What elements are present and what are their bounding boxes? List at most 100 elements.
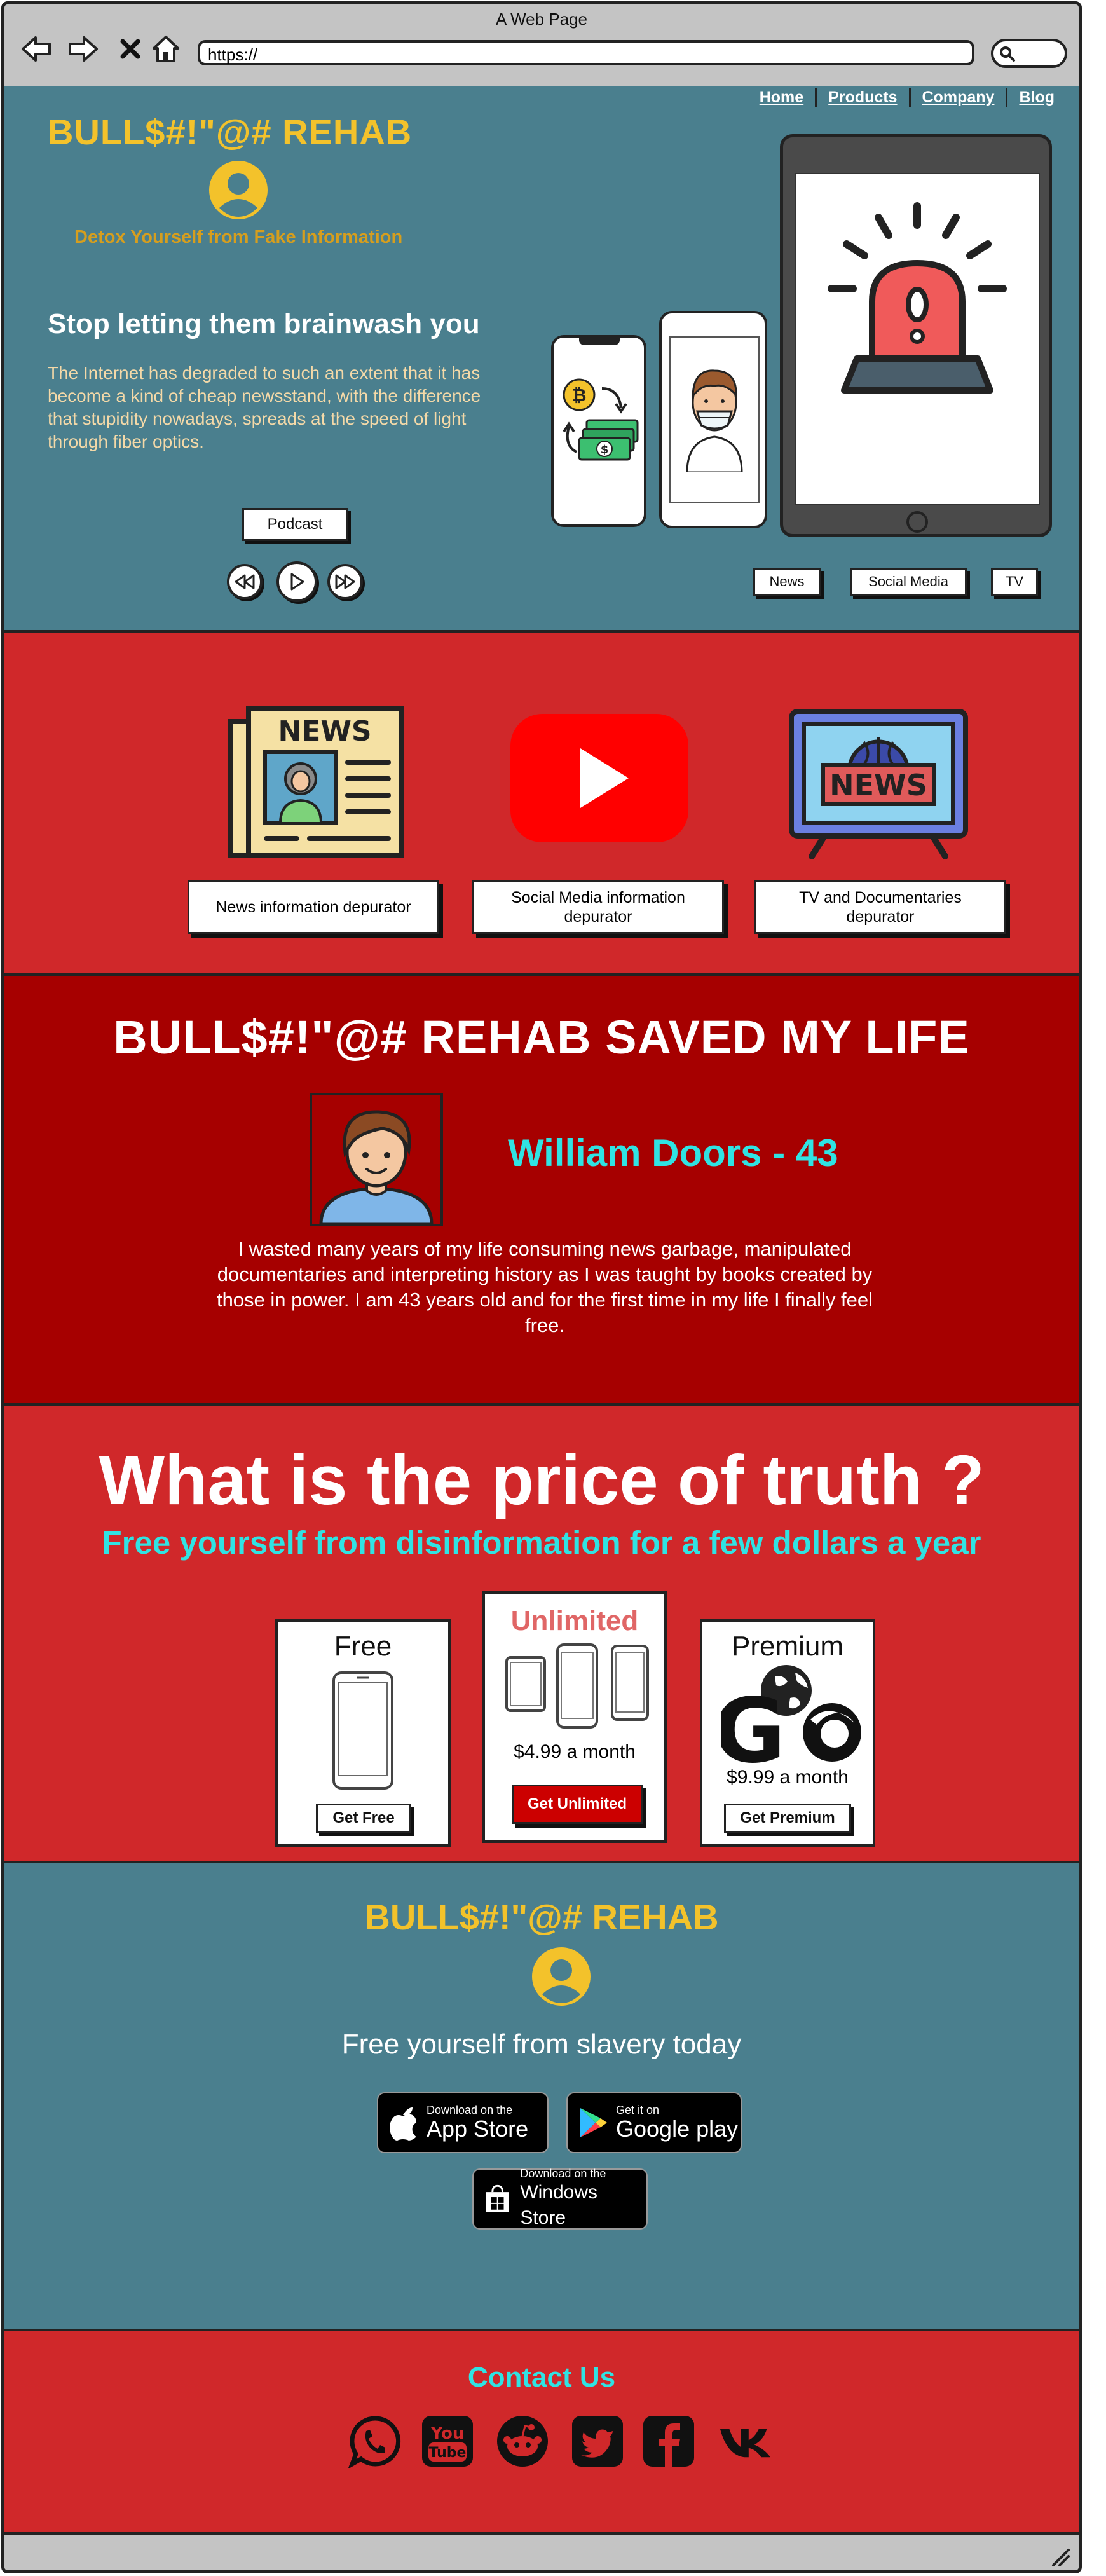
plan-price: $4.99 a month — [514, 1741, 636, 1762]
browser-chrome: A Web Page https:// — [4, 4, 1079, 88]
nav-products-link[interactable]: Products — [817, 88, 911, 107]
man-avatar-icon — [319, 1110, 434, 1224]
plan-card-premium: Premium G $9.99 a month Get Premium — [700, 1619, 875, 1847]
devices-icon — [505, 1643, 649, 1729]
plan-title: Premium — [731, 1631, 844, 1662]
twitter-icon[interactable] — [569, 2413, 626, 2470]
reddit-icon[interactable] — [494, 2413, 551, 2470]
hero-tagline: Detox Yourself from Fake Information — [74, 227, 403, 247]
forward-icon[interactable] — [65, 31, 101, 67]
filter-tv-button[interactable]: TV — [991, 568, 1038, 596]
home-icon[interactable] — [148, 31, 184, 67]
resize-grip-icon[interactable] — [1049, 2546, 1071, 2568]
search-icon — [1000, 46, 1015, 62]
filter-news-button[interactable]: News — [753, 568, 821, 596]
fast-forward-icon — [335, 574, 355, 589]
svg-text:NEWS: NEWS — [830, 768, 927, 802]
svg-text:You: You — [430, 2424, 465, 2443]
brand-logo-text: BULL$#!"@# REHAB — [48, 112, 413, 152]
phone-mockup-crypto: ₿ $ — [551, 335, 646, 527]
youtube-icon[interactable]: You Tube — [419, 2413, 476, 2470]
tablet-screen — [795, 173, 1040, 505]
store-large-text: Google play — [616, 2116, 739, 2142]
testimonial-quote: I wasted many years of my life consuming… — [216, 1238, 873, 1336]
pricing-heading: What is the price of truth ? — [99, 1441, 985, 1519]
top-navigation: Home Products Company Blog — [748, 88, 1066, 107]
app-download-section: BULL$#!"@# REHAB Free yourself from slav… — [4, 1863, 1079, 2331]
nav-company-link[interactable]: Company — [911, 88, 1008, 107]
vk-icon[interactable] — [719, 2413, 776, 2470]
masked-person-icon — [686, 369, 743, 472]
crypto-exchange-icon: ₿ $ — [563, 378, 639, 461]
nav-home-link[interactable]: Home — [748, 88, 817, 107]
close-icon[interactable] — [113, 31, 148, 67]
pricing-subheading: Free yourself from disinformation for a … — [102, 1524, 981, 1561]
tablet-mockup — [780, 134, 1052, 537]
svg-text:Tube: Tube — [429, 2445, 467, 2461]
hero-paragraph: The Internet has degraded to such an ext… — [48, 363, 481, 451]
newspaper-icon: NEWS — [228, 706, 404, 858]
windows-store-icon — [486, 2184, 509, 2212]
whatsapp-icon[interactable] — [346, 2413, 404, 2470]
window-title: A Web Page — [495, 10, 588, 29]
browser-status-bar — [4, 2535, 1079, 2570]
youtube-icon — [510, 714, 688, 842]
back-icon[interactable] — [18, 31, 54, 67]
pricing-section: What is the price of truth ? Free yourse… — [4, 1406, 1079, 1863]
store-small-text: Download on the — [520, 2167, 606, 2180]
store-large-text: Windows Store — [520, 2182, 598, 2228]
plan-title: Free — [334, 1631, 392, 1662]
app-store-badge[interactable]: Download on the App Store — [377, 2092, 549, 2153]
service-card-tv[interactable]: TV and Documentaries depurator — [754, 880, 1006, 934]
phone-mockup-person — [659, 311, 767, 528]
nav-blog-link[interactable]: Blog — [1007, 88, 1066, 107]
google-play-badge[interactable]: Get it on Google play — [566, 2092, 742, 2153]
testimonial-heading: BULL$#!"@# REHAB SAVED MY LIFE — [113, 1011, 970, 1064]
phone-icon — [332, 1671, 393, 1790]
get-free-button[interactable]: Get Free — [316, 1804, 411, 1833]
apps-headline: Free yourself from slavery today — [341, 2029, 742, 2060]
filter-social-media-button[interactable]: Social Media — [850, 568, 967, 596]
user-avatar-icon — [209, 161, 268, 219]
fast-forward-button[interactable] — [327, 564, 363, 599]
svg-text:₿: ₿ — [572, 385, 587, 406]
plan-price: $9.99 a month — [727, 1767, 849, 1788]
contact-heading: Contact Us — [467, 2362, 616, 2393]
play-button[interactable] — [276, 561, 317, 602]
get-unlimited-button[interactable]: Get Unlimited — [512, 1785, 643, 1824]
podcast-button[interactable]: Podcast — [242, 508, 348, 541]
svg-text:G: G — [721, 1680, 786, 1767]
store-large-text: App Store — [427, 2116, 529, 2142]
service-card-social-media[interactable]: Social Media information depurator — [472, 880, 724, 934]
google-play-icon — [580, 2108, 607, 2137]
browser-search-field[interactable] — [991, 39, 1067, 68]
tv-news-icon: NEWS — [789, 709, 968, 859]
testimonial-avatar — [310, 1093, 443, 1226]
store-small-text: Download on the — [427, 2104, 513, 2116]
plan-card-free: Free Get Free — [275, 1619, 451, 1847]
services-section: NEWS NEWS News information depurator Soc… — [4, 633, 1079, 976]
rewind-icon — [235, 574, 255, 589]
apple-icon — [390, 2107, 416, 2141]
store-small-text: Get it on — [616, 2104, 660, 2116]
testimonial-section: BULL$#!"@# REHAB SAVED MY LIFE William D… — [4, 976, 1079, 1406]
svg-text:NEWS: NEWS — [278, 715, 371, 748]
testimonial-name: William Doors - 43 — [508, 1132, 838, 1174]
svg-text:$: $ — [601, 443, 609, 456]
service-card-news[interactable]: News information depurator — [188, 880, 439, 934]
rewind-button[interactable] — [227, 564, 263, 599]
plan-title: Unlimited — [510, 1605, 639, 1636]
browser-window: A Web Page https:// Home Products Compan… — [1, 1, 1082, 2573]
hero-section: Home Products Company Blog BULL$#!"@# RE… — [4, 86, 1079, 633]
footer-brand-text: BULL$#!"@# REHAB — [364, 1897, 719, 1937]
plan-card-unlimited: Unlimited $4.99 a month Get Unlimited — [482, 1591, 667, 1843]
get-premium-button[interactable]: Get Premium — [724, 1804, 851, 1833]
user-avatar-icon — [532, 1947, 591, 2006]
contact-section: Contact Us You Tube — [4, 2331, 1079, 2535]
facebook-icon[interactable] — [640, 2413, 697, 2470]
play-icon — [290, 573, 304, 591]
windows-store-badge[interactable]: Download on the Windows Store — [472, 2167, 648, 2230]
hero-headline: Stop letting them brainwash you — [48, 308, 480, 339]
browser-logos-icon: G — [721, 1665, 861, 1767]
address-bar[interactable]: https:// — [198, 40, 974, 65]
